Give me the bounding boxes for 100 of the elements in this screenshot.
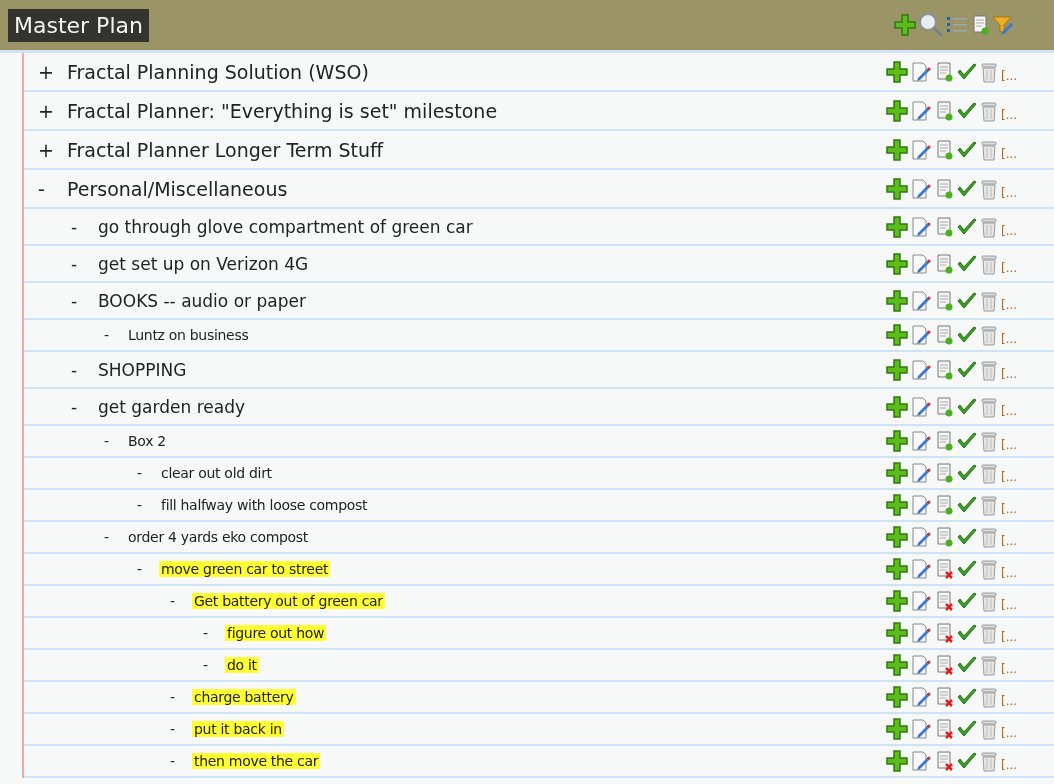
document-delete-icon[interactable] — [934, 590, 954, 612]
document-icon[interactable] — [934, 177, 954, 200]
trash-icon[interactable] — [980, 590, 998, 612]
check-icon[interactable] — [957, 178, 977, 199]
document-icon[interactable] — [934, 395, 954, 418]
search-icon[interactable] — [918, 12, 944, 38]
more-link[interactable]: [... — [1001, 366, 1018, 381]
expand-toggle[interactable]: - — [38, 177, 65, 200]
edit-icon[interactable] — [911, 289, 931, 312]
add-icon[interactable] — [886, 494, 908, 516]
check-icon[interactable] — [957, 61, 977, 82]
more-link[interactable]: [... — [1001, 470, 1018, 484]
edit-icon[interactable] — [911, 590, 931, 612]
expand-toggle[interactable]: - — [170, 689, 192, 705]
check-icon[interactable] — [957, 719, 977, 739]
check-icon[interactable] — [957, 559, 977, 579]
more-link[interactable]: [... — [1001, 438, 1018, 452]
trash-icon[interactable] — [980, 358, 998, 381]
add-icon[interactable] — [886, 358, 908, 381]
expand-toggle[interactable]: - — [170, 753, 192, 769]
add-icon[interactable] — [886, 99, 908, 122]
trash-icon[interactable] — [980, 99, 998, 122]
more-link[interactable]: [... — [1001, 598, 1018, 612]
document-icon[interactable] — [934, 60, 954, 83]
document-delete-icon[interactable] — [934, 654, 954, 676]
expand-toggle[interactable]: - — [170, 593, 192, 609]
edit-icon[interactable] — [911, 462, 931, 484]
add-icon[interactable] — [886, 718, 908, 740]
check-icon[interactable] — [957, 463, 977, 483]
more-link[interactable]: [... — [1001, 630, 1018, 644]
add-icon[interactable] — [886, 654, 908, 676]
more-link[interactable]: [... — [1001, 260, 1018, 275]
more-link[interactable]: [... — [1001, 566, 1018, 580]
more-link[interactable]: [... — [1001, 146, 1018, 161]
edit-icon[interactable] — [911, 177, 931, 200]
add-icon[interactable] — [886, 215, 908, 238]
trash-icon[interactable] — [980, 558, 998, 580]
check-icon[interactable] — [957, 687, 977, 707]
trash-icon[interactable] — [980, 60, 998, 83]
check-icon[interactable] — [957, 431, 977, 451]
add-icon[interactable] — [886, 177, 908, 200]
edit-icon[interactable] — [911, 324, 931, 346]
edit-icon[interactable] — [911, 138, 931, 161]
more-link[interactable]: [... — [1001, 662, 1018, 676]
check-icon[interactable] — [957, 139, 977, 160]
document-icon[interactable] — [934, 462, 954, 484]
document-icon[interactable] — [934, 430, 954, 452]
edit-icon[interactable] — [911, 750, 931, 772]
edit-icon[interactable] — [911, 99, 931, 122]
more-link[interactable]: [... — [1001, 758, 1018, 772]
add-icon[interactable] — [886, 526, 908, 548]
add-icon[interactable] — [886, 60, 908, 83]
check-icon[interactable] — [957, 495, 977, 515]
more-link[interactable]: [... — [1001, 297, 1018, 312]
document-delete-icon[interactable] — [934, 622, 954, 644]
check-icon[interactable] — [957, 527, 977, 547]
document-delete-icon[interactable] — [934, 718, 954, 740]
edit-icon[interactable] — [911, 252, 931, 275]
add-icon[interactable] — [886, 430, 908, 452]
add-icon[interactable] — [886, 252, 908, 275]
check-icon[interactable] — [957, 751, 977, 771]
more-link[interactable]: [... — [1001, 502, 1018, 516]
more-link[interactable]: [... — [1001, 107, 1018, 122]
edit-icon[interactable] — [911, 358, 931, 381]
edit-icon[interactable] — [911, 558, 931, 580]
document-delete-icon[interactable] — [934, 750, 954, 772]
add-icon[interactable] — [886, 395, 908, 418]
document-icon[interactable] — [970, 14, 990, 36]
trash-icon[interactable] — [980, 252, 998, 275]
edit-icon[interactable] — [911, 526, 931, 548]
expand-toggle[interactable]: + — [38, 60, 65, 83]
document-icon[interactable] — [934, 289, 954, 312]
document-icon[interactable] — [934, 526, 954, 548]
trash-icon[interactable] — [980, 462, 998, 484]
edit-icon[interactable] — [911, 654, 931, 676]
add-icon[interactable] — [886, 750, 908, 772]
check-icon[interactable] — [957, 591, 977, 611]
trash-icon[interactable] — [980, 622, 998, 644]
document-icon[interactable] — [934, 215, 954, 238]
more-link[interactable]: [... — [1001, 332, 1018, 346]
add-icon[interactable] — [886, 138, 908, 161]
add-icon[interactable] — [894, 14, 916, 36]
document-icon[interactable] — [934, 324, 954, 346]
expand-toggle[interactable]: - — [203, 625, 225, 641]
expand-toggle[interactable]: - — [170, 721, 192, 737]
trash-icon[interactable] — [980, 324, 998, 346]
trash-icon[interactable] — [980, 526, 998, 548]
trash-icon[interactable] — [980, 718, 998, 740]
document-delete-icon[interactable] — [934, 558, 954, 580]
add-icon[interactable] — [886, 622, 908, 644]
edit-icon[interactable] — [911, 60, 931, 83]
expand-toggle[interactable]: - — [71, 290, 96, 311]
edit-icon[interactable] — [911, 215, 931, 238]
more-link[interactable]: [... — [1001, 534, 1018, 548]
document-icon[interactable] — [934, 358, 954, 381]
edit-icon[interactable] — [911, 494, 931, 516]
document-icon[interactable] — [934, 99, 954, 122]
expand-toggle[interactable]: - — [203, 657, 225, 673]
more-link[interactable]: [... — [1001, 726, 1018, 740]
document-icon[interactable] — [934, 138, 954, 161]
